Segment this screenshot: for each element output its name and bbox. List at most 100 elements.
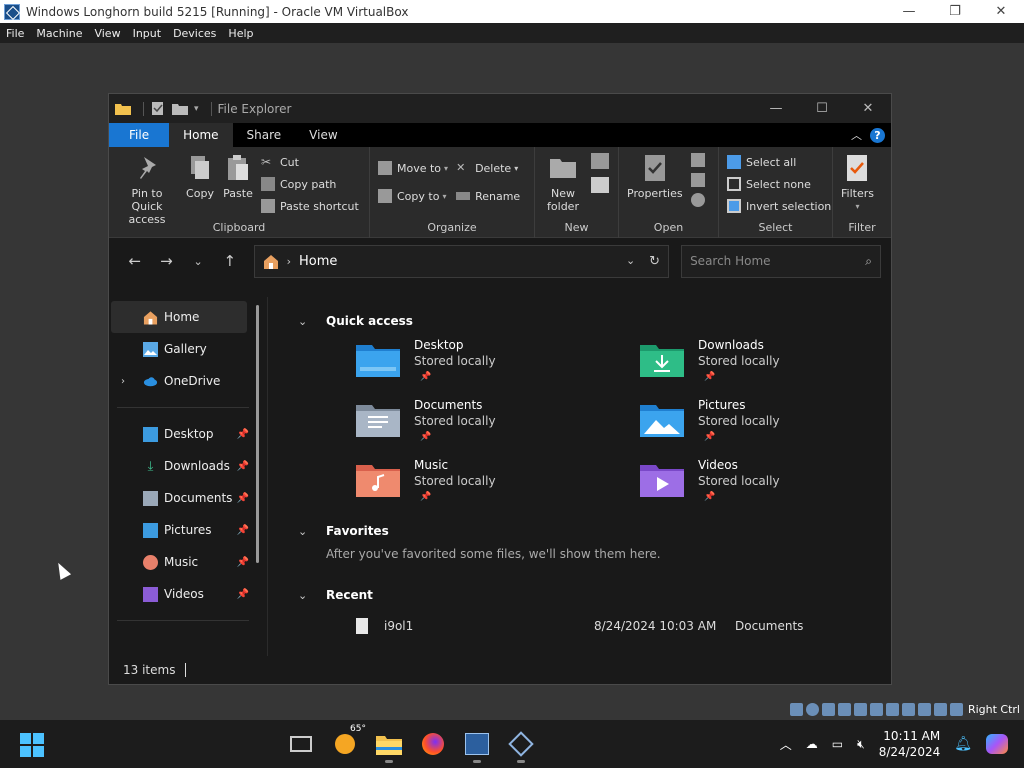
- quick-access-music[interactable]: Music Stored locally 📌: [356, 457, 640, 517]
- sidebar-item-gallery[interactable]: Gallery: [109, 333, 267, 365]
- volume-muted-icon[interactable]: 🔇︎: [857, 737, 865, 752]
- up-arrow-icon[interactable]: ↑: [214, 252, 246, 270]
- select-all-button[interactable]: Select all: [727, 153, 831, 171]
- show-hidden-icons-icon[interactable]: ︿: [780, 736, 792, 753]
- recording-icon[interactable]: [901, 702, 915, 716]
- close-icon[interactable]: ✕: [978, 4, 1024, 19]
- recent-header[interactable]: ⌄ Recent: [298, 579, 891, 611]
- usb-icon[interactable]: [853, 702, 867, 716]
- favorites-header[interactable]: ⌄ Favorites: [298, 515, 891, 547]
- collapse-chevron-icon[interactable]: ⌄: [298, 589, 326, 602]
- task-view-icon[interactable]: [286, 728, 316, 760]
- open-icon[interactable]: [690, 153, 705, 167]
- tab-home[interactable]: Home: [169, 123, 233, 147]
- home-icon: [263, 254, 278, 269]
- tab-view[interactable]: View: [295, 123, 351, 147]
- quick-access-documents[interactable]: Documents Stored locally 📌: [356, 397, 640, 457]
- properties-icon[interactable]: [150, 102, 166, 115]
- quick-access-header[interactable]: ⌄ Quick access: [298, 305, 891, 337]
- search-icon[interactable]: ⌕: [865, 254, 872, 269]
- search-input[interactable]: Search Home: [690, 254, 770, 268]
- select-none-button[interactable]: Select none: [727, 175, 831, 193]
- quick-access-videos[interactable]: Videos Stored locally 📌: [640, 457, 880, 517]
- file-explorer-taskbar-icon[interactable]: [374, 728, 404, 763]
- copy-to-button[interactable]: Copy to ▾: [378, 187, 448, 205]
- menu-machine[interactable]: Machine: [30, 27, 88, 40]
- onedrive-offline-icon[interactable]: ☁: [806, 737, 818, 751]
- menu-help[interactable]: Help: [222, 27, 259, 40]
- customize-toolbar-icon[interactable]: ▾: [194, 104, 199, 114]
- minimize-icon[interactable]: —: [753, 101, 799, 116]
- shared-folders-icon[interactable]: [869, 702, 883, 716]
- cut-button[interactable]: ✂ Cut: [261, 153, 359, 171]
- mouse-integration-icon[interactable]: [933, 702, 947, 716]
- paste-shortcut-button[interactable]: Paste shortcut: [261, 197, 359, 215]
- address-dropdown-icon[interactable]: ⌄: [626, 254, 635, 269]
- start-button-windows-icon[interactable]: [20, 733, 44, 757]
- virtualbox-taskbar-icon[interactable]: [506, 728, 536, 763]
- network-icon[interactable]: ▭: [832, 737, 843, 751]
- menu-view[interactable]: View: [88, 27, 126, 40]
- invert-selection-button[interactable]: Invert selection: [727, 197, 831, 215]
- menu-devices[interactable]: Devices: [167, 27, 222, 40]
- collapse-ribbon-icon[interactable]: ︿: [851, 127, 862, 143]
- move-to-button[interactable]: Move to ▾: [378, 159, 448, 177]
- menu-file[interactable]: File: [0, 27, 30, 40]
- maximize-icon[interactable]: ☐: [799, 101, 845, 116]
- help-icon[interactable]: ?: [870, 127, 885, 143]
- address-bar[interactable]: › Home ⌄ ↻: [253, 244, 670, 278]
- copy-path-button[interactable]: Copy path: [261, 175, 359, 193]
- optical-drive-icon[interactable]: [805, 702, 819, 716]
- easy-access-icon[interactable]: [591, 177, 609, 193]
- cpu-icon[interactable]: [917, 702, 931, 716]
- delete-button[interactable]: ✕ Delete ▾: [456, 159, 520, 177]
- audio-icon[interactable]: [821, 702, 835, 716]
- sidebar-item-documents[interactable]: Documents 📌: [109, 482, 267, 514]
- network-icon[interactable]: [837, 702, 851, 716]
- paste-icon: [228, 155, 248, 180]
- firefox-icon[interactable]: [418, 728, 448, 760]
- collapse-chevron-icon[interactable]: ⌄: [298, 525, 326, 538]
- tab-file[interactable]: File: [109, 123, 170, 147]
- recent-locations-icon[interactable]: ⌄: [182, 255, 214, 268]
- display-icon[interactable]: [885, 702, 899, 716]
- tab-share[interactable]: Share: [233, 123, 296, 147]
- refresh-icon[interactable]: ↻: [649, 254, 660, 269]
- sidebar-item-home[interactable]: Home: [111, 301, 247, 333]
- quick-access-pictures[interactable]: Pictures Stored locally 📌: [640, 397, 880, 457]
- expand-chevron-icon[interactable]: ›: [121, 376, 125, 387]
- notification-bell-icon[interactable]: 🔔︎: [954, 736, 972, 752]
- breadcrumb-home[interactable]: Home: [299, 254, 337, 269]
- sidebar-item-desktop[interactable]: Desktop 📌: [109, 418, 267, 450]
- navigation-pane: Home Gallery › OneDrive Desktop 📌 ⤓ Down…: [109, 297, 267, 656]
- sidebar-item-downloads[interactable]: ⤓ Downloads 📌: [109, 450, 267, 482]
- back-arrow-icon[interactable]: ←: [119, 252, 151, 270]
- keyboard-capture-icon[interactable]: [949, 702, 963, 716]
- quick-access-downloads[interactable]: Downloads Stored locally 📌: [640, 337, 880, 397]
- weather-widget[interactable]: 65°: [330, 724, 366, 760]
- table-row[interactable]: i9ol1 8/24/2024 10:03 AM Documents: [298, 611, 891, 641]
- restore-icon[interactable]: ❐: [932, 4, 978, 19]
- quick-access-desktop[interactable]: Desktop Stored locally 📌: [356, 337, 640, 397]
- nav-scrollbar[interactable]: [256, 305, 259, 563]
- clock[interactable]: 10:11 AM 8/24/2024: [879, 728, 941, 760]
- copilot-icon[interactable]: [986, 734, 1008, 754]
- collapse-chevron-icon[interactable]: ⌄: [298, 315, 326, 328]
- search-box[interactable]: Search Home ⌕: [681, 244, 881, 278]
- close-icon[interactable]: ✕: [845, 101, 891, 116]
- menu-input[interactable]: Input: [127, 27, 167, 40]
- history-icon[interactable]: [690, 193, 705, 207]
- new-folder-icon[interactable]: [172, 102, 188, 115]
- sidebar-item-pictures[interactable]: Pictures 📌: [109, 514, 267, 546]
- sidebar-item-onedrive[interactable]: › OneDrive: [109, 365, 267, 397]
- sidebar-item-music[interactable]: Music 📌: [109, 546, 267, 578]
- vista-app-icon[interactable]: [462, 728, 492, 763]
- new-item-icon[interactable]: [591, 153, 609, 169]
- rename-button[interactable]: Rename: [456, 187, 520, 205]
- hard-disk-icon[interactable]: [789, 702, 803, 716]
- edit-icon[interactable]: [690, 173, 705, 187]
- forward-arrow-icon[interactable]: →: [151, 252, 183, 270]
- minimize-icon[interactable]: —: [886, 4, 932, 19]
- sidebar-item-videos[interactable]: Videos 📌: [109, 578, 267, 610]
- pin-icon: 📌: [704, 492, 716, 502]
